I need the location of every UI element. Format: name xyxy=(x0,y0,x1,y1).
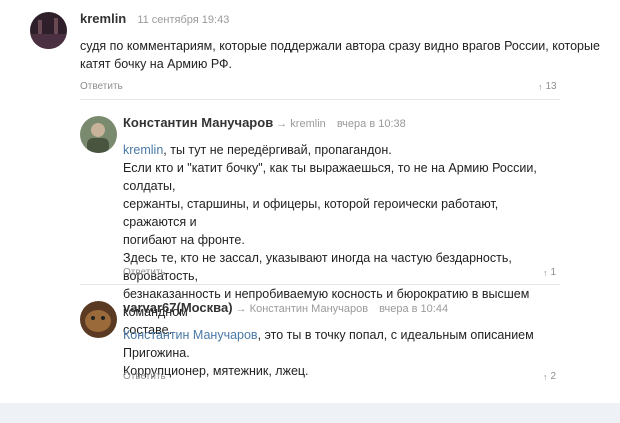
arrow-up-icon[interactable]: ↑ xyxy=(538,82,543,92)
vote-counter[interactable]: ↑ 2 xyxy=(543,371,556,382)
text-line: Если кто и "катит бочку", как ты выражае… xyxy=(123,161,537,193)
text-fragment: , ты тут не передёргивай, пропагандон. xyxy=(163,143,392,157)
comment-kremlin: kremlin 11 сентября 19:43 судя по коммен… xyxy=(0,0,620,100)
text-line: катят бочку на Армию РФ. xyxy=(80,57,233,71)
text-line: судя по комментариям, которые поддержали… xyxy=(80,39,600,53)
comment-header: Константин Манучаров → kremlin вчера в 1… xyxy=(123,115,406,130)
comment-time: вчера в 10:44 xyxy=(379,303,449,315)
reply-to-link[interactable]: → kremlin xyxy=(276,118,326,130)
vote-counter[interactable]: ↑ 1 xyxy=(543,267,556,278)
avatar[interactable] xyxy=(30,12,67,49)
vote-counter[interactable]: ↑ 13 xyxy=(538,81,557,92)
avatar[interactable] xyxy=(80,301,117,338)
comment-header: kremlin 11 сентября 19:43 xyxy=(80,11,229,26)
comment-time: вчера в 10:38 xyxy=(336,118,406,130)
text-line: Константин Манучаров, это ты в точку поп… xyxy=(123,326,563,362)
mention-link[interactable]: kremlin xyxy=(123,143,163,157)
arrow-up-icon[interactable]: ↑ xyxy=(543,268,548,278)
reply-button[interactable]: Ответить xyxy=(80,81,123,92)
text-line: погибают на фронте. xyxy=(123,233,245,247)
author-name[interactable]: kremlin xyxy=(80,11,126,26)
comment-header: varvar67(Москва) → Константин Манучаров … xyxy=(123,300,448,315)
vote-count: 1 xyxy=(550,267,557,278)
vote-count: 13 xyxy=(545,81,557,92)
footer-band xyxy=(0,403,620,423)
text-line: Коррупционер, мятежник, лжец. xyxy=(123,364,309,378)
avatar[interactable] xyxy=(80,116,117,153)
mention-link[interactable]: Константин Манучаров xyxy=(123,328,258,342)
comment-text: судя по комментариям, которые поддержали… xyxy=(80,37,600,73)
reply-button[interactable]: Ответить xyxy=(123,267,166,278)
text-line: Здесь те, кто не зассал, указывают иногд… xyxy=(123,251,512,283)
avatar-varvar-icon xyxy=(80,301,117,338)
author-name[interactable]: varvar67(Москва) xyxy=(123,300,233,315)
reply-button[interactable]: Ответить xyxy=(123,371,166,382)
comment-time: 11 сентября 19:43 xyxy=(137,14,230,26)
author-name[interactable]: Константин Манучаров xyxy=(123,115,273,130)
avatar-manucharov-icon xyxy=(80,116,117,153)
text-line: сержанты, старшины, и офицеры, которой г… xyxy=(123,197,499,229)
comment-varvar: varvar67(Москва) → Константин Манучаров … xyxy=(0,285,620,395)
text-line: kremlin, ты тут не передёргивай, пропага… xyxy=(123,141,563,159)
comment-text: Константин Манучаров, это ты в точку поп… xyxy=(123,326,563,380)
arrow-up-icon[interactable]: ↑ xyxy=(543,372,548,382)
vote-count: 2 xyxy=(550,371,557,382)
comment-manucharov: Константин Манучаров → kremlin вчера в 1… xyxy=(0,100,620,337)
avatar-kremlin-icon xyxy=(30,12,67,49)
reply-to-link[interactable]: → Константин Манучаров xyxy=(236,303,368,315)
